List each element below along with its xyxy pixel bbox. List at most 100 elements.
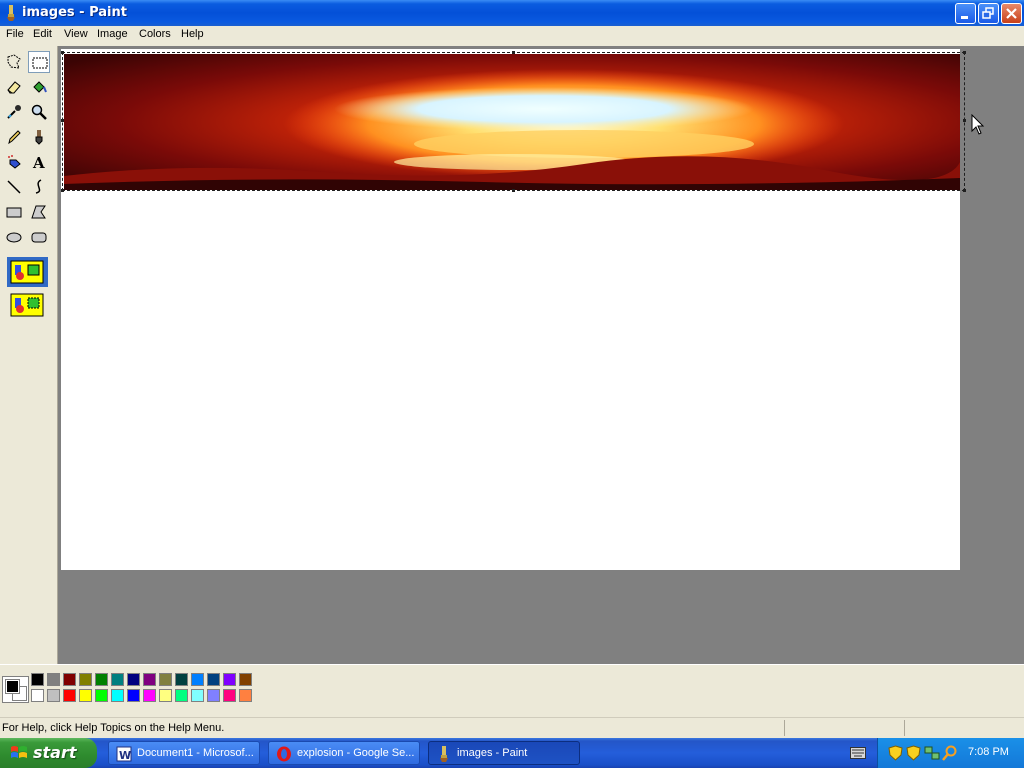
color-swatch[interactable]	[127, 673, 140, 686]
minimize-button[interactable]	[955, 3, 976, 24]
security-shield-icon[interactable]	[888, 745, 903, 761]
taskbar-item-browser[interactable]: explosion - Google Se...	[268, 741, 420, 765]
menu-edit[interactable]: Edit	[33, 28, 52, 40]
ellipse-tool[interactable]	[3, 226, 25, 248]
magnifier-tool[interactable]	[28, 101, 50, 123]
color-swatch[interactable]	[223, 689, 236, 702]
close-button[interactable]	[1001, 3, 1022, 24]
svg-text:W: W	[119, 749, 131, 762]
color-swatch[interactable]	[159, 689, 172, 702]
eyedropper-icon	[7, 105, 21, 119]
color-swatch[interactable]	[175, 689, 188, 702]
search-icon[interactable]	[942, 745, 958, 761]
taskbar-item-paint[interactable]: images - Paint	[428, 741, 580, 765]
current-colors[interactable]	[2, 676, 29, 703]
color-swatch[interactable]	[191, 673, 204, 686]
selection-marquee[interactable]	[61, 51, 966, 192]
color-swatch[interactable]	[31, 673, 44, 686]
foreground-color-swatch[interactable]	[5, 679, 20, 694]
opaque-selection-option[interactable]	[7, 257, 48, 287]
taskbar-item-label: Document1 - Microsof...	[137, 747, 254, 759]
close-icon	[1006, 8, 1017, 19]
taskbar: start W Document1 - Microsof... explosio…	[0, 738, 1024, 768]
airbrush-tool[interactable]	[3, 151, 25, 173]
rectangle-tool[interactable]	[3, 201, 25, 223]
eraser-tool[interactable]	[3, 76, 25, 98]
resize-handle[interactable]	[963, 189, 966, 192]
mouse-cursor-icon	[971, 114, 985, 135]
menu-file[interactable]: File	[6, 28, 24, 40]
start-label: start	[33, 743, 77, 762]
color-swatch[interactable]	[223, 673, 236, 686]
system-clock[interactable]: 7:08 PM	[968, 746, 1009, 758]
color-swatch[interactable]	[95, 689, 108, 702]
svg-text:A: A	[32, 154, 45, 170]
start-button[interactable]: start	[0, 738, 97, 768]
text-tool[interactable]: A	[28, 151, 50, 173]
resize-handle[interactable]	[61, 189, 64, 192]
color-swatch[interactable]	[79, 673, 92, 686]
color-swatch[interactable]	[207, 673, 220, 686]
color-swatch[interactable]	[175, 673, 188, 686]
toolbox: A	[0, 46, 58, 664]
pencil-tool[interactable]	[3, 126, 25, 148]
airbrush-icon	[8, 155, 21, 169]
opera-icon	[277, 746, 291, 762]
restore-button[interactable]	[978, 3, 999, 24]
pencil-icon	[8, 130, 21, 145]
drawing-canvas[interactable]	[61, 49, 966, 570]
color-swatch[interactable]	[79, 689, 92, 702]
transparent-selection-option[interactable]	[7, 290, 48, 320]
resize-handle[interactable]	[61, 51, 64, 54]
color-swatch[interactable]	[207, 689, 220, 702]
color-swatch[interactable]	[111, 673, 124, 686]
curve-tool[interactable]	[28, 176, 50, 198]
color-swatch[interactable]	[111, 689, 124, 702]
network-icon[interactable]	[924, 745, 940, 761]
polygon-icon	[31, 205, 46, 219]
color-swatch[interactable]	[143, 673, 156, 686]
color-swatch[interactable]	[191, 689, 204, 702]
rounded-rectangle-tool[interactable]	[28, 226, 50, 248]
transparent-selection-icon	[10, 293, 44, 317]
status-bar: For Help, click Help Topics on the Help …	[0, 717, 1024, 739]
fill-tool[interactable]	[28, 76, 50, 98]
resize-handle[interactable]	[61, 119, 64, 122]
paint-icon	[7, 5, 15, 21]
resize-handle[interactable]	[963, 51, 966, 54]
select-tool[interactable]	[28, 51, 50, 73]
resize-handle[interactable]	[512, 189, 515, 192]
magnifier-icon	[31, 104, 47, 120]
free-form-select-tool[interactable]	[3, 51, 25, 73]
color-swatch[interactable]	[63, 673, 76, 686]
keyboard-icon[interactable]	[850, 747, 866, 759]
color-swatch[interactable]	[239, 689, 252, 702]
menu-view[interactable]: View	[64, 28, 88, 40]
resize-handle[interactable]	[512, 51, 515, 54]
color-swatch[interactable]	[47, 689, 60, 702]
menu-colors[interactable]: Colors	[139, 28, 171, 40]
brush-tool[interactable]	[28, 126, 50, 148]
word-icon: W	[116, 746, 132, 762]
taskbar-item-label: explosion - Google Se...	[297, 747, 415, 759]
color-swatch[interactable]	[159, 673, 172, 686]
menu-help[interactable]: Help	[181, 28, 204, 40]
color-swatch[interactable]	[63, 689, 76, 702]
title-bar[interactable]: images - Paint	[0, 0, 1024, 26]
menu-image[interactable]: Image	[97, 28, 128, 40]
minimize-icon	[961, 16, 968, 19]
color-swatch[interactable]	[127, 689, 140, 702]
resize-handle[interactable]	[963, 119, 966, 122]
line-tool[interactable]	[3, 176, 25, 198]
restore-icon	[982, 7, 994, 19]
pick-color-tool[interactable]	[3, 101, 25, 123]
color-swatch[interactable]	[31, 689, 44, 702]
color-swatch[interactable]	[95, 673, 108, 686]
color-swatch[interactable]	[47, 673, 60, 686]
security-shield-icon[interactable]	[906, 745, 921, 761]
color-swatch[interactable]	[239, 673, 252, 686]
polygon-tool[interactable]	[28, 201, 50, 223]
taskbar-item-word[interactable]: W Document1 - Microsof...	[108, 741, 260, 765]
color-swatch[interactable]	[143, 689, 156, 702]
rectangle-icon	[6, 207, 22, 218]
